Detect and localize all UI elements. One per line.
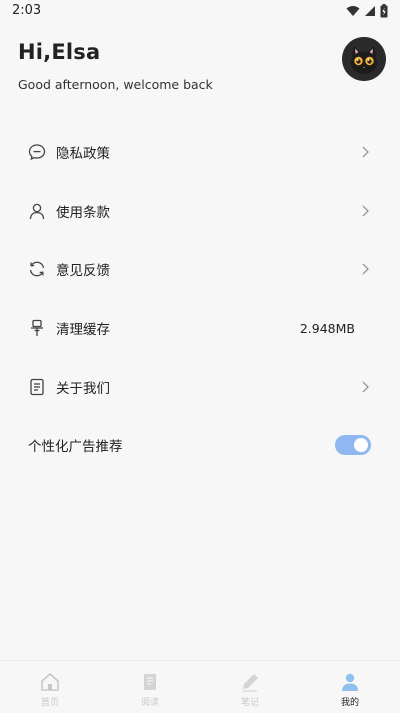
menu-item-terms-of-use[interactable]: 使用条款 <box>0 182 400 241</box>
book-icon <box>139 671 161 693</box>
broom-icon <box>28 319 46 337</box>
menu-item-label: 隐私政策 <box>56 146 110 163</box>
tab-notes[interactable]: 笔记 <box>200 661 300 713</box>
toggle-knob <box>354 438 368 452</box>
menu-item-privacy-policy[interactable]: 隐私政策 <box>0 123 400 182</box>
bottom-tab-bar: 首页 阅读 笔记 我的 <box>0 660 400 713</box>
menu-item-label: 意见反馈 <box>56 263 110 280</box>
chevron-right-icon <box>362 146 369 158</box>
signal-icon <box>365 6 375 16</box>
cache-size-value: 2.948MB <box>299 320 355 336</box>
greeting-title: Hi,Elsa <box>18 40 101 64</box>
menu-item-about-us[interactable]: 关于我们 <box>0 357 400 416</box>
message-icon <box>28 143 46 161</box>
tab-label: 首页 <box>40 698 59 708</box>
menu-item-label: 使用条款 <box>56 204 110 221</box>
profile-icon <box>339 671 361 693</box>
status-time: 2:03 <box>12 3 42 18</box>
battery-icon <box>380 4 388 18</box>
personalized-ads-toggle[interactable] <box>335 435 371 455</box>
settings-menu: 隐私政策 使用条款 意见反馈 清理缓存 2.948MB 关于我们 <box>0 123 400 416</box>
tab-profile[interactable]: 我的 <box>300 661 400 713</box>
tab-reading[interactable]: 阅读 <box>100 661 200 713</box>
pen-icon <box>239 671 261 693</box>
user-icon <box>28 202 46 220</box>
personalized-ads-row: 个性化广告推荐 <box>0 414 400 474</box>
status-icons <box>346 4 388 18</box>
tab-label: 笔记 <box>240 698 259 708</box>
personalized-ads-label: 个性化广告推荐 <box>28 439 123 455</box>
cat-avatar-icon <box>342 37 386 81</box>
wifi-icon <box>346 6 360 16</box>
greeting-subtitle: Good afternoon, welcome back <box>18 77 213 92</box>
status-bar: 2:03 <box>0 0 400 24</box>
home-icon <box>39 671 61 693</box>
tab-label: 我的 <box>340 698 359 708</box>
chevron-right-icon <box>362 205 369 217</box>
menu-item-label: 清理缓存 <box>56 322 110 339</box>
menu-item-clear-cache[interactable]: 清理缓存 2.948MB <box>0 299 400 358</box>
menu-item-feedback[interactable]: 意见反馈 <box>0 240 400 299</box>
refresh-icon <box>28 260 46 278</box>
avatar[interactable] <box>342 37 386 81</box>
tab-label: 阅读 <box>140 698 159 708</box>
chevron-right-icon <box>362 264 369 275</box>
document-icon <box>28 378 46 396</box>
chevron-right-icon <box>362 381 369 393</box>
menu-item-label: 关于我们 <box>56 380 110 397</box>
tab-home[interactable]: 首页 <box>0 661 100 713</box>
